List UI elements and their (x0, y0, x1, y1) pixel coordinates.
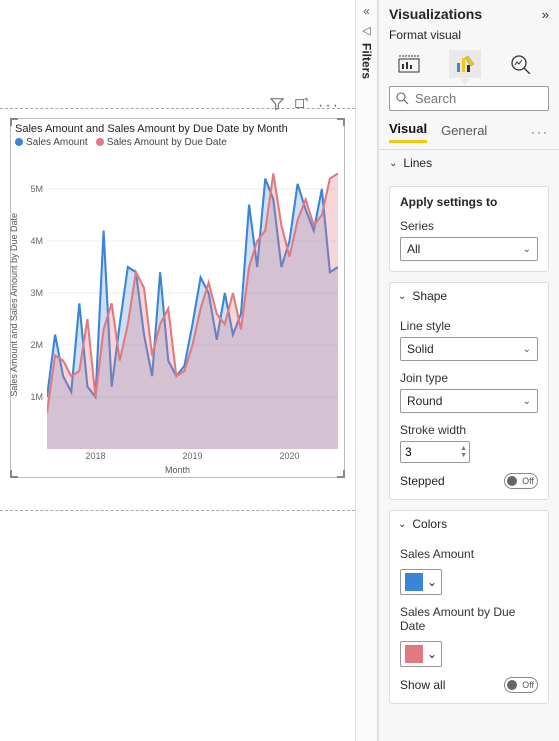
section-colors-header[interactable]: ⌄ Colors (390, 511, 548, 537)
chevron-down-icon: ⌄ (398, 519, 406, 530)
filters-pane-collapsed[interactable]: « ◁ Filters (355, 0, 377, 741)
color-picker-series2[interactable]: ⌄ (400, 641, 442, 667)
resize-handle[interactable] (337, 118, 345, 126)
join-type-label: Join type (400, 371, 538, 385)
pane-title: Visualizations (389, 6, 482, 22)
chevron-down-icon: ⌄ (389, 158, 397, 169)
chart-legend: Sales Amount Sales Amount by Due Date (11, 135, 344, 150)
section-label: Lines (403, 156, 432, 170)
tab-more-icon[interactable]: ··· (531, 125, 549, 139)
chevron-down-icon: ⌄ (398, 291, 406, 302)
apply-settings-label: Apply settings to (400, 195, 538, 209)
line-style-dropdown[interactable]: Solid ⌄ (400, 337, 538, 361)
series-dropdown[interactable]: All ⌄ (400, 237, 538, 261)
resize-handle[interactable] (10, 118, 18, 126)
tab-general[interactable]: General (441, 123, 487, 142)
stroke-width-input[interactable]: ▲▼ (400, 441, 470, 463)
search-input[interactable] (415, 91, 559, 106)
tab-visual[interactable]: Visual (389, 121, 427, 143)
crop-line (0, 510, 355, 511)
card-shape: ⌄ Shape Line style Solid ⌄ Join type Rou… (389, 282, 549, 500)
show-all-toggle[interactable]: Off (504, 677, 538, 693)
x-axis-ticks: 201820192020 (47, 451, 338, 463)
legend-item[interactable]: Sales Amount by Due Date (96, 137, 227, 148)
format-mode-tabs (389, 42, 549, 82)
search-icon (396, 92, 409, 105)
dropdown-value: Round (407, 394, 442, 408)
series-label: Series (400, 219, 538, 233)
visual-header: ··· (270, 97, 340, 115)
search-box[interactable] (389, 86, 549, 111)
build-visual-icon[interactable] (393, 50, 425, 78)
more-options-icon[interactable]: ··· (318, 97, 340, 115)
stepped-label: Stepped (400, 474, 445, 488)
chevron-down-icon: ⌄ (523, 244, 531, 255)
stroke-width-label: Stroke width (400, 423, 538, 437)
color-series2-label: Sales Amount by Due Date (400, 605, 538, 633)
plot-area (47, 163, 338, 449)
visual-container[interactable]: ··· Sales Amount and Sales Amount by Due… (10, 118, 345, 478)
visualizations-pane: Visualizations » Format visual Visual Ge… (378, 0, 559, 741)
chevron-down-icon: ⌄ (427, 575, 437, 589)
pane-subtitle: Format visual (389, 28, 549, 42)
filters-announce-icon: ◁ (362, 24, 370, 37)
format-visual-icon[interactable] (449, 50, 481, 78)
card-apply-settings: Apply settings to Series All ⌄ (389, 186, 549, 272)
section-label: Shape (412, 289, 447, 303)
x-axis-label: Month (11, 465, 344, 475)
section-lines-header[interactable]: ⌄ Lines (389, 150, 549, 176)
color-series1-label: Sales Amount (400, 547, 538, 561)
dropdown-value: All (407, 242, 420, 256)
format-tabs: Visual General ··· (389, 121, 549, 143)
y-axis-label: Sales Amount and Sales Amount by Due Dat… (9, 159, 23, 451)
chevron-down-icon: ⌄ (523, 344, 531, 355)
section-shape-header[interactable]: ⌄ Shape (390, 283, 548, 309)
dropdown-value: Solid (407, 342, 434, 356)
chart-title: Sales Amount and Sales Amount by Due Dat… (11, 119, 344, 135)
report-canvas: « ◁ Filters ··· Sales Amount and Sales A… (0, 0, 378, 741)
join-type-dropdown[interactable]: Round ⌄ (400, 389, 538, 413)
color-picker-series1[interactable]: ⌄ (400, 569, 442, 595)
stepped-toggle[interactable]: Off (504, 473, 538, 489)
section-label: Colors (412, 517, 447, 531)
legend-item[interactable]: Sales Amount (15, 137, 88, 148)
line-style-label: Line style (400, 319, 538, 333)
chevron-down-icon: ⌄ (523, 396, 531, 407)
focus-mode-icon[interactable] (294, 97, 308, 115)
filters-label: Filters (360, 43, 374, 79)
stroke-width-field[interactable] (405, 445, 445, 459)
show-all-label: Show all (400, 678, 445, 692)
color-swatch (405, 645, 423, 663)
filter-icon[interactable] (270, 97, 284, 115)
expand-filters-icon[interactable]: « (363, 4, 370, 18)
color-swatch (405, 573, 423, 591)
analytics-icon[interactable] (505, 50, 537, 78)
card-colors: ⌄ Colors Sales Amount ⌄ Sales Amount by … (389, 510, 549, 704)
chevron-down-icon: ⌄ (427, 647, 437, 661)
collapse-pane-icon[interactable]: » (542, 7, 549, 22)
spinner-icon[interactable]: ▲▼ (460, 443, 467, 461)
y-axis-ticks: 1M2M3M4M5M (27, 163, 45, 449)
